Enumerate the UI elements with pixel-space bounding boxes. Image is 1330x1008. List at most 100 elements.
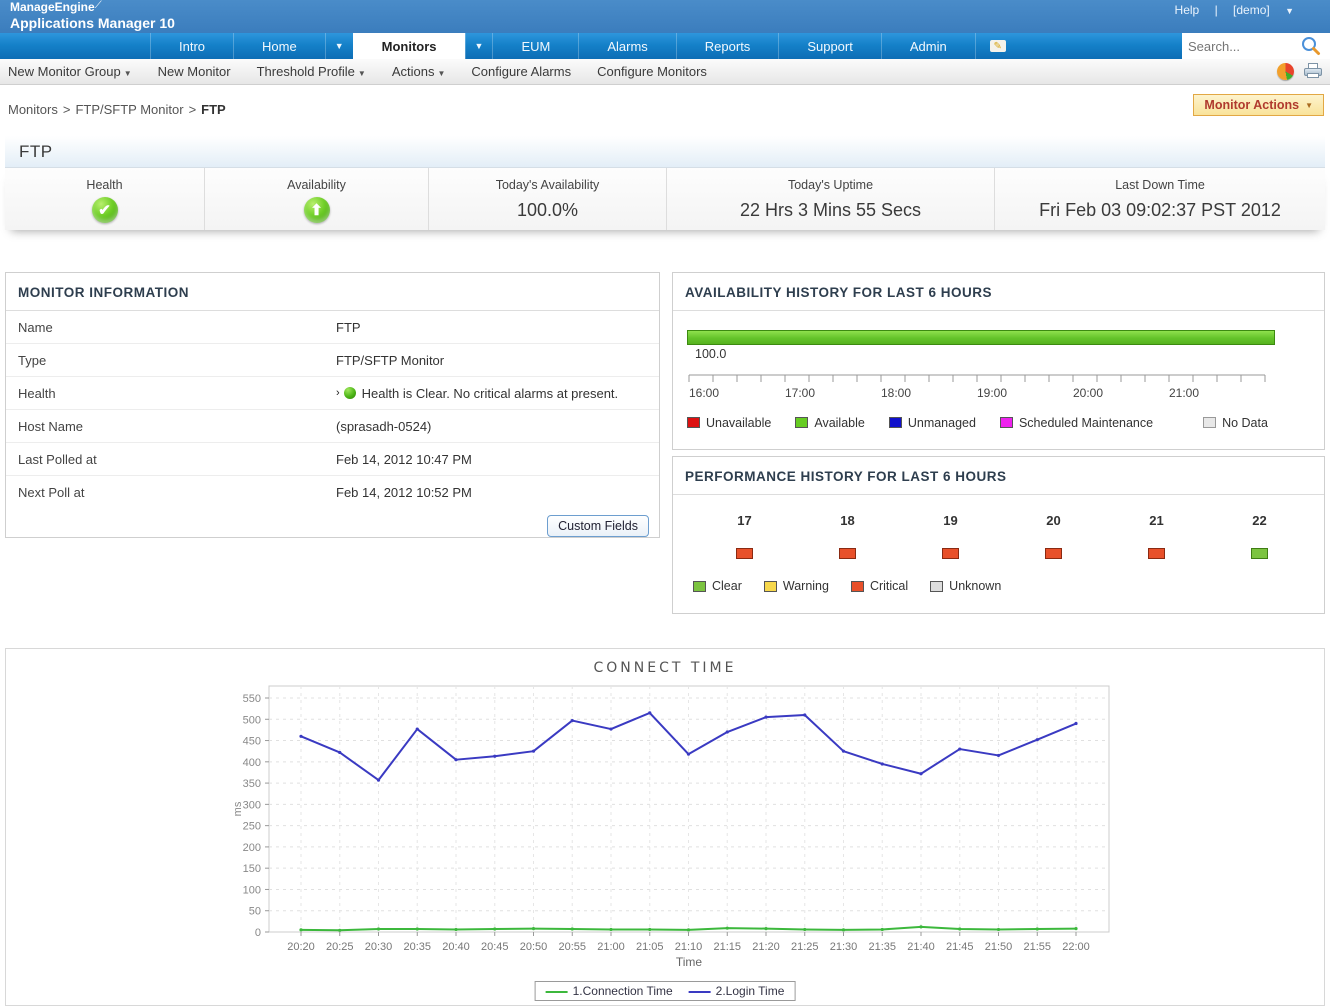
svg-text:22:00: 22:00 bbox=[1062, 941, 1090, 953]
info-value: Feb 14, 2012 10:47 PM bbox=[336, 452, 472, 467]
perf-hour-21: 21 bbox=[1105, 513, 1208, 559]
top-links: Help | [demo] ▼ bbox=[1169, 3, 1300, 17]
status-cell-today-s-availability: Today's Availability100.0% bbox=[429, 168, 667, 230]
help-link[interactable]: Help bbox=[1175, 3, 1200, 17]
chart-legend: 1.Connection Time2.Login Time bbox=[535, 981, 796, 1001]
monitor-actions-button[interactable]: Monitor Actions ▼ bbox=[1193, 94, 1324, 116]
perf-status-critical-icon[interactable] bbox=[736, 548, 753, 559]
info-label: Next Poll at bbox=[6, 485, 336, 500]
user-menu[interactable]: [demo] bbox=[1233, 3, 1270, 17]
subnav-configure-monitors[interactable]: Configure Monitors bbox=[597, 64, 707, 79]
perf-status-critical-icon[interactable] bbox=[1045, 548, 1062, 559]
monitor-information-title: MONITOR INFORMATION bbox=[6, 273, 659, 311]
svg-text:21:55: 21:55 bbox=[1023, 941, 1051, 953]
perf-hour-label: 20 bbox=[1046, 513, 1060, 528]
tab-home[interactable]: Home bbox=[233, 33, 325, 59]
tab-alarms[interactable]: Alarms bbox=[578, 33, 675, 59]
info-label: Health bbox=[6, 386, 336, 401]
svg-text:50: 50 bbox=[249, 906, 261, 918]
search-icon[interactable] bbox=[1300, 35, 1322, 57]
svg-text:550: 550 bbox=[243, 693, 261, 705]
tab-home-dropdown-icon[interactable]: ▼ bbox=[325, 33, 353, 59]
info-value: Feb 14, 2012 10:52 PM bbox=[336, 485, 472, 500]
breadcrumb-item-1[interactable]: Monitors bbox=[8, 102, 58, 117]
logo-slash-icon: ⟋ bbox=[95, 0, 102, 11]
availability-bar-value: 100.0 bbox=[695, 347, 726, 361]
subnav-new-monitor[interactable]: New Monitor bbox=[158, 64, 231, 79]
performance-history-title: PERFORMANCE HISTORY FOR LAST 6 HOURS bbox=[673, 457, 1324, 495]
info-label: Type bbox=[6, 353, 336, 368]
svg-text:300: 300 bbox=[243, 799, 261, 811]
health-status-orb-icon bbox=[344, 387, 356, 399]
legend-unknown: Unknown bbox=[930, 579, 1001, 593]
logo-brand: ManageEngine bbox=[10, 0, 95, 14]
svg-text:400: 400 bbox=[243, 757, 261, 769]
info-row-health: Health›Health is Clear. No critical alar… bbox=[6, 377, 659, 410]
logo-product: Applications Manager 10 bbox=[10, 15, 175, 31]
monitor-actions-caret-icon: ▼ bbox=[1305, 101, 1313, 110]
availability-bar[interactable] bbox=[687, 330, 1275, 345]
svg-text:21:00: 21:00 bbox=[597, 941, 625, 953]
legend-scheduled-maintenance: Scheduled Maintenance bbox=[1000, 416, 1153, 430]
breadcrumb-separator: > bbox=[189, 102, 197, 117]
perf-hour-label: 17 bbox=[737, 513, 751, 528]
legend-swatch bbox=[889, 417, 902, 428]
tab-eum[interactable]: EUM bbox=[492, 33, 578, 59]
perf-status-clear-icon[interactable] bbox=[1251, 548, 1268, 559]
subnav-new-monitor-group[interactable]: New Monitor Group▼ bbox=[8, 64, 132, 79]
legend-line-swatch bbox=[689, 991, 711, 993]
svg-text:21:30: 21:30 bbox=[830, 941, 858, 953]
page-title-bar: FTP bbox=[5, 136, 1325, 168]
subnav-actions[interactable]: Actions▼ bbox=[392, 64, 446, 79]
tab-reports[interactable]: Reports bbox=[676, 33, 779, 59]
info-row-type: TypeFTP/SFTP Monitor bbox=[6, 344, 659, 377]
svg-text:20:00: 20:00 bbox=[1073, 386, 1103, 399]
tab-admin[interactable]: Admin bbox=[881, 33, 975, 59]
subnav-toolbar: New Monitor Group▼ New Monitor Threshold P… bbox=[0, 59, 1330, 85]
tab-support[interactable]: Support bbox=[778, 33, 881, 59]
legend-swatch bbox=[687, 417, 700, 428]
main-navbar: IntroHome▼Monitors▼EUMAlarmsReportsSuppo… bbox=[0, 33, 1330, 59]
status-cell-label: Last Down Time bbox=[1115, 178, 1205, 192]
info-row-last-polled-at: Last Polled atFeb 14, 2012 10:47 PM bbox=[6, 443, 659, 476]
subnav-threshold-profile[interactable]: Threshold Profile▼ bbox=[257, 64, 366, 79]
svg-text:21:50: 21:50 bbox=[985, 941, 1013, 953]
perf-status-critical-icon[interactable] bbox=[839, 548, 856, 559]
status-cell-health: Health✔ bbox=[5, 168, 205, 230]
svg-text:21:20: 21:20 bbox=[752, 941, 780, 953]
tab-intro[interactable]: Intro bbox=[150, 33, 233, 59]
svg-text:350: 350 bbox=[243, 778, 261, 790]
status-cell-availability: Availability⬆ bbox=[205, 168, 429, 230]
performance-legend: ClearWarningCriticalUnknown bbox=[673, 579, 1324, 593]
performance-hours: 171819202122 bbox=[673, 495, 1324, 559]
app-logo: ManageEngine⟋ Applications Manager 10 bbox=[10, 1, 175, 31]
perf-status-critical-icon[interactable] bbox=[1148, 548, 1165, 559]
status-cell-value: Fri Feb 03 09:02:37 PST 2012 bbox=[1039, 200, 1281, 221]
search-input[interactable] bbox=[1182, 35, 1300, 57]
tab-monitors-dropdown-icon[interactable]: ▼ bbox=[465, 33, 493, 59]
page-title: FTP bbox=[19, 142, 53, 162]
quick-edit-tab[interactable]: ✎ bbox=[975, 33, 1020, 59]
printer-icon[interactable] bbox=[1304, 63, 1322, 79]
subnav-configure-alarms[interactable]: Configure Alarms bbox=[471, 64, 571, 79]
svg-text:450: 450 bbox=[243, 736, 261, 748]
status-cell-value: 100.0% bbox=[517, 200, 578, 221]
tab-monitors[interactable]: Monitors bbox=[353, 33, 465, 59]
info-label: Host Name bbox=[6, 419, 336, 434]
svg-text:20:25: 20:25 bbox=[326, 941, 354, 953]
status-cell-value: 22 Hrs 3 Mins 55 Secs bbox=[740, 200, 921, 221]
perf-status-critical-icon[interactable] bbox=[942, 548, 959, 559]
svg-text:500: 500 bbox=[243, 714, 261, 726]
pencil-icon: ✎ bbox=[990, 40, 1006, 52]
svg-text:200: 200 bbox=[243, 842, 261, 854]
top-links-divider: | bbox=[1215, 3, 1218, 17]
custom-fields-button[interactable]: Custom Fields bbox=[547, 515, 649, 537]
svg-text:21:10: 21:10 bbox=[675, 941, 703, 953]
info-label: Name bbox=[6, 320, 336, 335]
chart-title: CONNECT TIME bbox=[6, 649, 1324, 676]
pie-chart-icon[interactable] bbox=[1277, 63, 1294, 80]
user-menu-caret-icon[interactable]: ▼ bbox=[1285, 6, 1294, 16]
perf-hour-17: 17 bbox=[693, 513, 796, 559]
perf-hour-label: 19 bbox=[943, 513, 957, 528]
breadcrumb-item-2[interactable]: FTP/SFTP Monitor bbox=[75, 102, 183, 117]
